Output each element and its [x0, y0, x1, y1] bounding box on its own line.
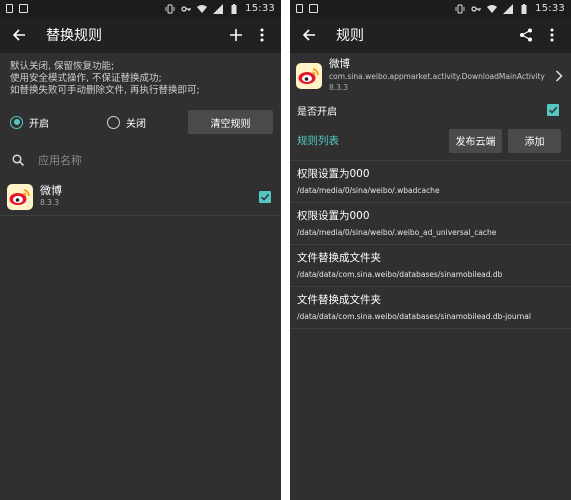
radio-off-indicator [107, 115, 120, 129]
app-package: com.sina.weibo.appmarket.activity.Downlo… [329, 72, 545, 81]
rule-title: 权限设置为000 [297, 168, 370, 180]
radio-off[interactable]: 关闭 [107, 115, 146, 130]
chevron-right-icon [555, 70, 563, 82]
vibrate-icon [455, 4, 465, 13]
hint-line: 使用安全模式操作, 不保证替换成功; [10, 73, 162, 84]
overflow-menu-button[interactable] [539, 22, 565, 48]
status-bar: 15:33 [0, 0, 281, 17]
back-button[interactable] [8, 24, 30, 46]
wifi-icon [197, 4, 208, 13]
rule-path: /data/data/com.sina.weibo/databases/sina… [297, 270, 503, 279]
search-bar[interactable]: 应用名称 [0, 142, 281, 178]
more-vert-icon [260, 28, 264, 42]
radio-on-indicator [10, 115, 23, 129]
app-header[interactable]: 微博 com.sina.weibo.appmarket.activity.Dow… [290, 53, 571, 99]
rule-title: 权限设置为000 [297, 210, 370, 222]
back-button[interactable] [298, 24, 320, 46]
weibo-icon [296, 63, 322, 89]
rule-path: /data/media/0/sina/weibo/.weibo_ad_unive… [297, 228, 497, 237]
weibo-icon [7, 183, 33, 210]
radio-on-label: 开启 [29, 118, 49, 130]
notification-icon [6, 4, 13, 13]
search-icon [12, 154, 24, 166]
page-title: 替换规则 [46, 28, 102, 44]
rule-title: 文件替换成文件夹 [297, 294, 381, 306]
rule-path: /data/data/com.sina.weibo/databases/sina… [297, 312, 531, 321]
key-icon [181, 5, 192, 12]
phone-screen-rule-detail: 15:33 规则 微博 com.sina.weibo.appmarket.act… [290, 0, 571, 500]
overflow-menu-button[interactable] [249, 22, 275, 48]
rule-path: /data/media/0/sina/weibo/.wbadcache [297, 186, 440, 195]
status-time: 15:33 [245, 3, 275, 14]
battery-icon [231, 3, 237, 14]
list-item[interactable]: 文件替换成文件夹 /data/data/com.sina.weibo/datab… [290, 287, 571, 329]
key-icon [471, 5, 482, 12]
hint-line: 如替换失败可手动删除文件, 再执行替换即可; [10, 85, 200, 96]
search-placeholder: 应用名称 [38, 154, 82, 167]
enabled-label: 是否开启 [297, 106, 337, 118]
image-notification-icon [309, 4, 318, 13]
arrow-back-icon [302, 29, 315, 41]
hint-line: 默认关闭, 保留恢复功能; [10, 61, 115, 72]
app-bar: 规则 [290, 17, 571, 53]
notification-icon [296, 4, 303, 13]
status-bar: 15:33 [290, 0, 571, 17]
mode-selector: 开启 关闭 清空规则 [0, 102, 281, 142]
app-checkbox[interactable] [259, 190, 271, 203]
cellular-signal-icon [213, 3, 224, 14]
enabled-checkbox[interactable] [547, 104, 559, 116]
app-name: 微博 [329, 58, 350, 70]
wifi-icon [487, 4, 498, 13]
rules-header: 规则列表 发布云端 添加 [290, 121, 571, 161]
list-item[interactable]: 微博 8.3.3 [0, 178, 281, 216]
hint-text: 默认关闭, 保留恢复功能; 使用安全模式操作, 不保证替换成功; 如替换失败可手… [0, 53, 281, 102]
phone-screen-rules-list: 15:33 替换规则 默认关闭, 保留恢复功能; 使用安全模式操作, 不保证替换… [0, 0, 281, 500]
publish-cloud-button[interactable]: 发布云端 [449, 128, 502, 153]
share-icon [520, 28, 532, 42]
add-rule-button[interactable]: 添加 [508, 128, 561, 153]
app-version: 8.3.3 [40, 198, 60, 207]
app-name: 微博 [40, 184, 62, 197]
share-button[interactable] [513, 22, 539, 48]
cellular-signal-icon [503, 3, 514, 14]
vibrate-icon [165, 4, 175, 13]
plus-icon [230, 29, 242, 41]
add-button[interactable] [223, 22, 249, 48]
image-notification-icon [19, 4, 28, 13]
rules-list-title: 规则列表 [297, 135, 339, 147]
radio-off-label: 关闭 [126, 118, 146, 130]
list-item[interactable]: 文件替换成文件夹 /data/data/com.sina.weibo/datab… [290, 245, 571, 287]
battery-icon [521, 3, 527, 14]
rule-title: 文件替换成文件夹 [297, 252, 381, 264]
list-item[interactable]: 权限设置为000 /data/media/0/sina/weibo/.weibo… [290, 203, 571, 245]
arrow-back-icon [12, 29, 25, 41]
enabled-toggle-row[interactable]: 是否开启 [290, 99, 571, 121]
more-vert-icon [550, 28, 554, 42]
clear-rules-button[interactable]: 清空规则 [188, 110, 273, 134]
app-bar: 替换规则 [0, 17, 281, 53]
app-version: 8.3.3 [329, 83, 349, 92]
page-title: 规则 [336, 28, 364, 44]
check-icon [548, 106, 558, 114]
check-icon [260, 193, 270, 201]
radio-on[interactable]: 开启 [10, 115, 49, 130]
status-time: 15:33 [535, 3, 565, 14]
list-item[interactable]: 权限设置为000 /data/media/0/sina/weibo/.wbadc… [290, 161, 571, 203]
